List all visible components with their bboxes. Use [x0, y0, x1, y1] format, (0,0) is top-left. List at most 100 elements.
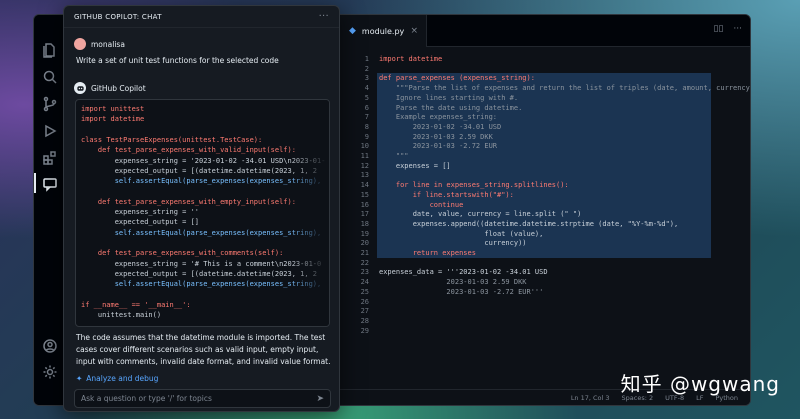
activity-bar — [34, 15, 65, 405]
close-tab-icon[interactable]: × — [410, 26, 418, 36]
copilot-message-header: GitHub Copilot — [74, 82, 146, 94]
code-line: continue — [379, 200, 464, 209]
chat-code-line: self.assertEqual(parse_expenses(expenses… — [81, 177, 322, 186]
chat-code-line: self.assertEqual(parse_expenses(expenses… — [81, 280, 322, 289]
line-number: 10 — [360, 142, 369, 151]
chat-code-line: class TestParseExpenses(unittest.TestCas… — [81, 135, 263, 144]
code-line: 2023-01-03 2.59 DKK — [379, 278, 527, 287]
code-line: def parse_expenses (expenses_string): — [379, 74, 535, 83]
code-line: Ignore lines starting with #. — [379, 93, 519, 102]
code-line: return expenses — [379, 249, 476, 257]
chat-code-line: self.assertEqual(parse_expenses(expenses… — [81, 228, 322, 237]
selection-highlight — [377, 151, 711, 161]
chat-code-line: expected_output = [(datetime.datetime(20… — [81, 269, 318, 278]
line-number: 9 — [364, 132, 369, 141]
code-line: Parse the date using datetime. — [379, 103, 523, 112]
line-number: 8 — [364, 122, 369, 131]
line-number: 14 — [360, 181, 369, 190]
line-number: 23 — [360, 268, 369, 277]
user-prompt: Write a set of unit test functions for t… — [76, 56, 279, 65]
line-number: 26 — [360, 297, 369, 306]
line-number: 2 — [364, 64, 369, 73]
line-number: 17 — [360, 210, 369, 219]
chat-code-line: def test_parse_expenses_with_comments(se… — [81, 249, 284, 258]
code-line: Example expenses_string: — [379, 113, 498, 122]
chat-input-box: ➤ — [74, 389, 331, 408]
chat-title: GITHUB COPILOT: CHAT — [74, 12, 162, 21]
line-number: 18 — [360, 219, 369, 228]
copilot-name: GitHub Copilot — [91, 83, 146, 93]
editor-actions: ▯▯ ··· — [714, 24, 743, 34]
chat-code-line: expected_output = [(datetime.datetime(20… — [81, 166, 318, 175]
line-number: 29 — [360, 326, 369, 335]
chat-header: GITHUB COPILOT: CHAT ··· — [64, 6, 339, 28]
line-number: 27 — [360, 307, 369, 316]
chat-code-line: if __name__ == '__main__': — [81, 300, 191, 309]
chat-code-line: import unittest — [81, 105, 145, 113]
code-line: expenses_data = '''2023-01-02 -34.01 USD — [379, 268, 548, 277]
line-number: 28 — [360, 316, 369, 325]
code-line: 2023-01-03 2.59 DKK — [379, 132, 493, 141]
chat-code-line: expenses_string = '' — [81, 208, 200, 216]
cursor-position[interactable]: Ln 17, Col 3 — [571, 394, 610, 402]
code-line: 2023-01-03 -2.72 EUR''' — [379, 287, 544, 296]
code-line: import datetime — [379, 55, 443, 63]
line-number: 16 — [360, 200, 369, 209]
chat-code-line: expenses_string = '# This is a comment\n… — [81, 259, 322, 268]
line-number: 20 — [360, 239, 369, 248]
send-icon[interactable]: ➤ — [316, 394, 324, 404]
run-debug-icon[interactable] — [41, 122, 58, 139]
chat-code-line: unittest.main() — [81, 311, 162, 319]
line-number: 22 — [360, 258, 369, 267]
line-number: 11 — [360, 152, 369, 160]
line-number: 25 — [360, 287, 369, 296]
chat-code-line: def test_parse_expenses_with_empty_input… — [81, 197, 296, 206]
line-number: 13 — [360, 171, 369, 180]
code-line: if line.startswith("#"): — [379, 190, 514, 199]
code-line: currency)) — [379, 239, 527, 248]
copilot-explanation: The code assumes that the datetime modul… — [76, 333, 331, 366]
extensions-icon[interactable] — [41, 149, 58, 166]
analyze-debug-link[interactable]: ✦ Analyze and debug — [76, 374, 158, 383]
settings-gear-icon[interactable] — [41, 363, 58, 380]
user-message-header: monalisa — [74, 38, 125, 50]
line-number: 4 — [364, 84, 369, 93]
more-actions-icon[interactable]: ··· — [733, 24, 742, 34]
code-line: 2023-01-02 -34.01 USD — [379, 122, 502, 131]
line-number: 3 — [364, 74, 369, 83]
explorer-icon[interactable] — [41, 41, 58, 58]
split-editor-icon[interactable]: ▯▯ — [714, 24, 724, 34]
editor-area: ◆ module.py × ▯▯ ··· 1 import datetime 2 3 d… — [339, 15, 750, 405]
suggested-code-block[interactable]: unittest.main() if __name__ == '__main__'… — [75, 99, 330, 327]
sparkle-icon: ✦ — [76, 374, 83, 383]
editor-tabs: ◆ module.py × ▯▯ ··· — [339, 15, 750, 47]
line-number: 15 — [360, 190, 369, 199]
more-options-icon[interactable]: ··· — [319, 11, 329, 22]
user-avatar — [74, 38, 86, 50]
search-icon[interactable] — [41, 68, 58, 85]
chat-code-line: import datetime — [81, 115, 145, 124]
code-line: """Parse the list of expenses and return… — [379, 84, 751, 93]
chat-code-line: def test_parse_expenses_with_valid_input… — [81, 146, 296, 155]
line-number: 21 — [360, 249, 369, 257]
analyze-label: Analyze and debug — [86, 374, 159, 383]
chat-icon[interactable] — [41, 175, 58, 192]
source-control-icon[interactable] — [41, 95, 58, 112]
code-fade — [289, 100, 329, 326]
tab-module-py[interactable]: ◆ module.py × — [339, 15, 427, 47]
code-line: date, value, currency = line.split (" ") — [379, 210, 582, 219]
line-number: 19 — [360, 229, 369, 238]
tab-label: module.py — [361, 26, 405, 36]
line-number: 7 — [364, 113, 369, 122]
code-line: """ — [379, 152, 409, 160]
account-icon[interactable] — [41, 337, 58, 354]
active-indicator — [34, 173, 36, 193]
user-name: monalisa — [91, 39, 125, 49]
line-number: 24 — [360, 278, 369, 287]
code-line: expenses.append((datetime.datetime.strpt… — [379, 219, 679, 228]
watermark: 知乎 @wgwang — [620, 372, 780, 396]
copilot-icon — [74, 82, 86, 94]
chat-code-line: expected_output = [] — [81, 218, 200, 227]
line-number: 6 — [364, 103, 369, 112]
chat-input[interactable] — [81, 394, 317, 403]
